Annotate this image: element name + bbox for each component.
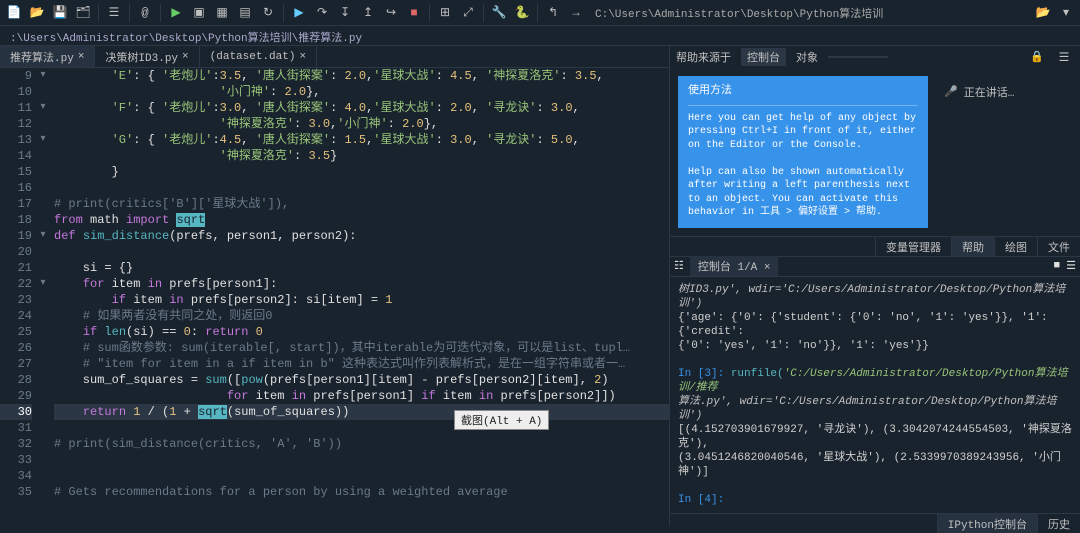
run-icon[interactable]: ▶: [166, 3, 186, 23]
layout-icon[interactable]: ⊞: [435, 3, 455, 23]
toolbar-path[interactable]: C:\Users\Administrator\Desktop\Python算法培…: [589, 5, 883, 21]
right-pane: 帮助来源于 控制台 对象 🔒 ☰ 使用方法 Here you can get h…: [670, 46, 1080, 526]
console-stop-icon[interactable]: ■: [1054, 260, 1061, 272]
help-tab-plots[interactable]: 绘图: [994, 237, 1037, 256]
console-btab-history[interactable]: 历史: [1037, 514, 1080, 533]
console-panel: ☷ 控制台 1/A × ■ ☰ 树ID3.py', wdir='C:/Users…: [670, 257, 1080, 533]
fold-column[interactable]: ▾▾▾▾▾: [36, 68, 50, 526]
gutter: 9101112131415161718192021222324252627282…: [0, 68, 36, 526]
cwd-dd-icon[interactable]: ▾: [1056, 3, 1076, 23]
prefs-icon[interactable]: 🔧: [489, 3, 509, 23]
help-side: 🎤 正在讲话…: [936, 76, 1072, 228]
code-editor[interactable]: 9101112131415161718192021222324252627282…: [0, 68, 669, 526]
tab-file-0[interactable]: 推荐算法.py ×: [0, 46, 95, 67]
console-tabs: ☷ 控制台 1/A × ■ ☰: [670, 257, 1080, 277]
file-tab-label: (dataset.dat): [210, 51, 296, 63]
browse-icon[interactable]: 📂: [1033, 3, 1053, 23]
help-object-input[interactable]: [828, 56, 888, 58]
help-tab-files[interactable]: 文件: [1037, 237, 1080, 256]
new-file-icon[interactable]: 📄: [4, 3, 24, 23]
help-object-label: 对象: [796, 49, 818, 65]
help-p1: Here you can get help of any object by p…: [688, 112, 918, 153]
parent-dir-icon[interactable]: ↰: [543, 3, 563, 23]
step-into-icon[interactable]: ↧: [335, 3, 355, 23]
console-btab-ipython[interactable]: IPython控制台: [937, 514, 1037, 533]
save-icon[interactable]: 💾: [50, 3, 70, 23]
tab-file-1[interactable]: 决策树ID3.py ×: [95, 46, 199, 67]
lock-icon[interactable]: 🔒: [1030, 50, 1044, 64]
code-body[interactable]: 'E': { '老炮儿':3.5, '唐人街探案': 2.0,'星球大战': 4…: [50, 68, 669, 526]
editor-pane: 推荐算法.py × 决策树ID3.py × (dataset.dat) × 91…: [0, 46, 670, 526]
debug-icon[interactable]: ▶: [289, 3, 309, 23]
help-source-dd[interactable]: 控制台: [741, 48, 786, 66]
step-over-icon[interactable]: ↷: [312, 3, 332, 23]
file-tab-label: 推荐算法.py: [10, 49, 74, 65]
step-out-icon[interactable]: ↥: [358, 3, 378, 23]
saveall-icon[interactable]: 🗂: [73, 3, 93, 23]
screenshot-tooltip: 截图(Alt + A): [454, 410, 549, 430]
breadcrumb-path: :\Users\Administrator\Desktop\Python算法培训…: [0, 26, 1080, 46]
run-cell-icon[interactable]: ▣: [189, 3, 209, 23]
help-tabs: 变量管理器 帮助 绘图 文件: [670, 236, 1080, 256]
pythonpath-icon[interactable]: 🐍: [512, 3, 532, 23]
help-p2: Help can also be shown automatically aft…: [688, 166, 918, 220]
open-folder-icon[interactable]: 📂: [27, 3, 47, 23]
file-tabs: 推荐算法.py × 决策树ID3.py × (dataset.dat) ×: [0, 46, 669, 68]
close-icon[interactable]: ×: [182, 51, 189, 63]
stop-icon[interactable]: ■: [404, 3, 424, 23]
help-panel: 帮助来源于 控制台 对象 🔒 ☰ 使用方法 Here you can get h…: [670, 46, 1080, 257]
tab-file-2[interactable]: (dataset.dat) ×: [200, 46, 317, 67]
console-tab[interactable]: 控制台 1/A ×: [690, 256, 779, 276]
run-selection-icon[interactable]: ▤: [235, 3, 255, 23]
help-menu-icon[interactable]: ☰: [1054, 47, 1074, 67]
help-header: 帮助来源于 控制台 对象 🔒 ☰: [670, 46, 1080, 68]
help-title: 使用方法: [688, 84, 918, 99]
run-cell-advance-icon[interactable]: ▦: [212, 3, 232, 23]
mic-icon: 🎤: [944, 85, 958, 99]
find-icon[interactable]: @: [135, 3, 155, 23]
rerun-icon[interactable]: ↻: [258, 3, 278, 23]
cwd-next-icon[interactable]: →: [566, 3, 586, 23]
switcher-icon[interactable]: ☰: [104, 3, 124, 23]
main-toolbar: 📄 📂 💾 🗂 ☰ @ ▶ ▣ ▦ ▤ ↻ ▶ ↷ ↧ ↥ ↪ ■ ⊞ ⤢ 🔧 …: [0, 0, 1080, 26]
help-source-label: 帮助来源于: [676, 49, 731, 65]
maximize-icon[interactable]: ⤢: [458, 3, 478, 23]
recording-label: 正在讲话…: [964, 84, 1015, 100]
console-output[interactable]: 树ID3.py', wdir='C:/Users/Administrator/D…: [670, 277, 1080, 513]
console-bottom-tabs: IPython控制台 历史: [670, 513, 1080, 533]
close-icon[interactable]: ×: [299, 51, 306, 63]
help-content: 使用方法 Here you can get help of any object…: [678, 76, 928, 228]
help-tab-vars[interactable]: 变量管理器: [875, 237, 951, 256]
help-tab-help[interactable]: 帮助: [951, 237, 994, 256]
console-collapse-icon[interactable]: ☷: [674, 259, 684, 273]
close-icon[interactable]: ×: [78, 51, 85, 63]
continue-icon[interactable]: ↪: [381, 3, 401, 23]
file-tab-label: 决策树ID3.py: [105, 49, 178, 65]
console-menu-icon[interactable]: ☰: [1066, 259, 1076, 273]
